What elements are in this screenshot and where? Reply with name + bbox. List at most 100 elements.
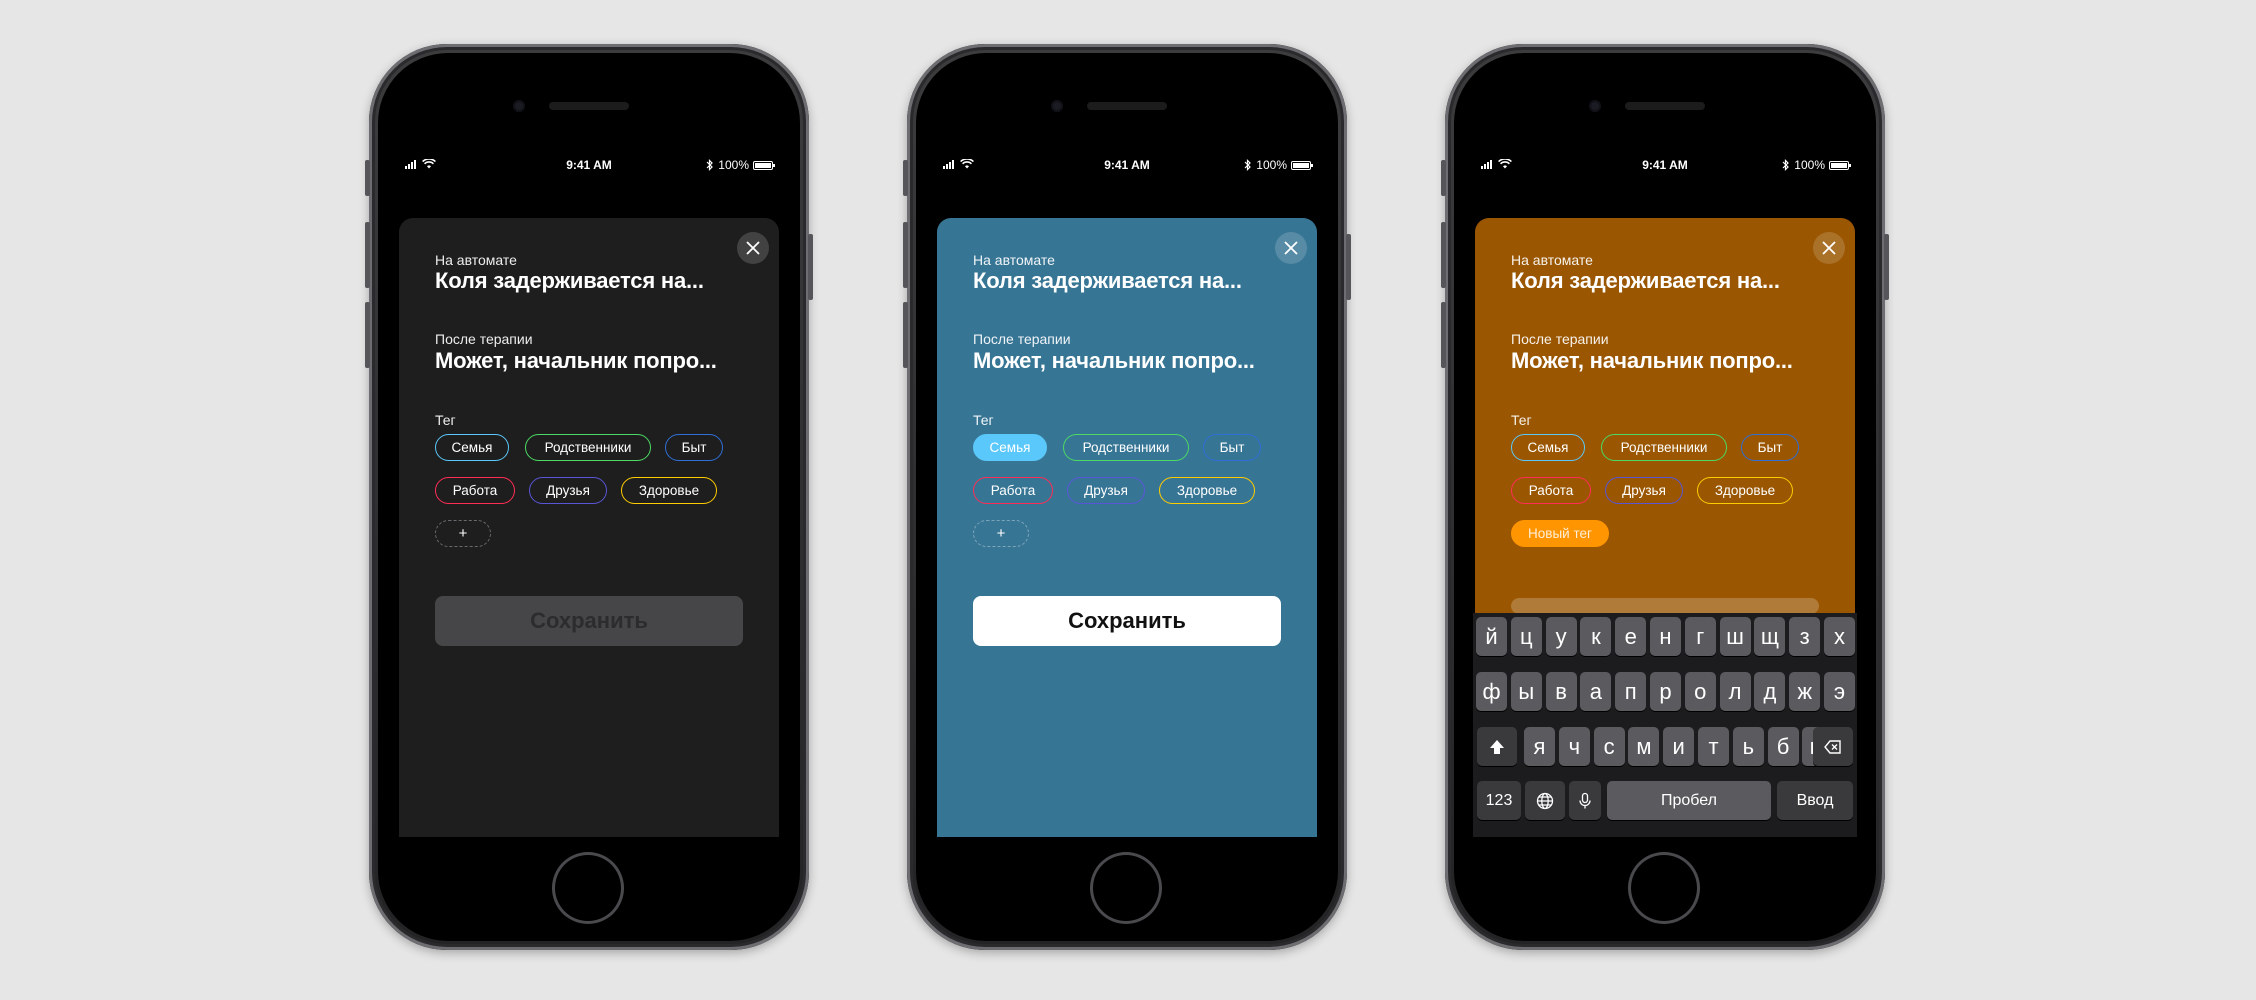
- after-therapy-label: После терапии: [435, 331, 533, 347]
- letter-key[interactable]: й: [1476, 617, 1507, 656]
- tag-chip-work[interactable]: Работа: [1511, 477, 1591, 504]
- status-bar: 9:41 AM 100%: [935, 155, 1319, 173]
- tag-chip-health[interactable]: Здоровье: [1697, 477, 1793, 504]
- space-key[interactable]: Пробел: [1607, 781, 1771, 820]
- letter-key[interactable]: д: [1754, 672, 1786, 711]
- letter-key[interactable]: ц: [1510, 617, 1542, 656]
- shift-icon: [1490, 739, 1504, 754]
- letter-key[interactable]: к: [1580, 617, 1612, 656]
- tag-chip-work[interactable]: Работа: [973, 477, 1053, 504]
- screen: 9:41 AM 100% На автомате Коля задерживае…: [935, 155, 1319, 837]
- letter-key[interactable]: т: [1698, 727, 1729, 766]
- after-therapy-text[interactable]: Может, начальник попро...: [973, 348, 1255, 374]
- add-tag-button[interactable]: +: [973, 520, 1029, 547]
- status-bar: 9:41 AM 100%: [1473, 155, 1857, 173]
- letter-key[interactable]: з: [1789, 617, 1821, 656]
- letter-key[interactable]: н: [1650, 617, 1681, 656]
- close-button[interactable]: [737, 232, 769, 264]
- letter-key[interactable]: ч: [1558, 727, 1590, 766]
- save-button[interactable]: Сохранить: [435, 596, 743, 646]
- auto-thought-text[interactable]: Коля задерживается на...: [973, 268, 1242, 294]
- add-tag-button[interactable]: +: [435, 520, 491, 547]
- tag-chip-household[interactable]: Быт: [1741, 434, 1799, 461]
- power-button: [808, 234, 813, 300]
- letter-key[interactable]: в: [1545, 672, 1577, 711]
- tag-chip-health[interactable]: Здоровье: [621, 477, 717, 504]
- letter-key[interactable]: б: [1767, 727, 1799, 766]
- volume-down-button: [1441, 302, 1446, 368]
- letter-key[interactable]: ш: [1719, 617, 1751, 656]
- shift-key[interactable]: [1477, 727, 1517, 766]
- tag-label: Тег: [1511, 412, 1532, 428]
- letter-key[interactable]: р: [1650, 672, 1681, 711]
- mute-switch: [903, 160, 908, 196]
- tag-chip-work[interactable]: Работа: [435, 477, 515, 504]
- thought-card-sheet: На автомате Коля задерживается на... Пос…: [937, 218, 1317, 837]
- letter-key[interactable]: е: [1615, 617, 1647, 656]
- home-button[interactable]: [1090, 852, 1162, 924]
- phone-mockup-3: 9:41 AM 100% На автомате Коля задерживае…: [1441, 44, 1889, 950]
- battery-icon: [753, 160, 775, 170]
- globe-key[interactable]: [1525, 781, 1565, 820]
- return-key[interactable]: Ввод: [1777, 781, 1853, 820]
- tag-chip-relatives[interactable]: Родственники: [1601, 434, 1727, 461]
- mute-switch: [1441, 160, 1446, 196]
- tag-chip-household[interactable]: Быт: [665, 434, 723, 461]
- letter-key[interactable]: э: [1824, 672, 1855, 711]
- after-therapy-label: После терапии: [1511, 331, 1609, 347]
- tag-chip-health[interactable]: Здоровье: [1159, 477, 1255, 504]
- tag-chip-household[interactable]: Быт: [1203, 434, 1261, 461]
- letter-key[interactable]: ь: [1732, 727, 1764, 766]
- letter-key[interactable]: х: [1824, 617, 1855, 656]
- tag-chip-relatives[interactable]: Родственники: [525, 434, 651, 461]
- letter-key[interactable]: п: [1615, 672, 1647, 711]
- save-button-partial[interactable]: [1511, 598, 1819, 614]
- letter-key[interactable]: г: [1684, 617, 1716, 656]
- front-camera: [1051, 100, 1063, 112]
- new-tag-input[interactable]: Новый тег: [1511, 520, 1609, 547]
- after-therapy-text[interactable]: Может, начальник попро...: [435, 348, 717, 374]
- tag-chip-friends[interactable]: Друзья: [529, 477, 607, 504]
- close-button[interactable]: [1813, 232, 1845, 264]
- screen: 9:41 AM 100% На автомате Коля задерживае…: [1473, 155, 1857, 837]
- tag-chip-relatives[interactable]: Родственники: [1063, 434, 1189, 461]
- tag-chip-family[interactable]: Семья: [435, 434, 509, 461]
- tag-chip-family[interactable]: Семья: [1511, 434, 1585, 461]
- letter-key[interactable]: с: [1593, 727, 1625, 766]
- volume-up-button: [903, 222, 908, 288]
- numbers-key[interactable]: 123: [1477, 781, 1521, 820]
- letter-key[interactable]: о: [1684, 672, 1716, 711]
- tag-label: Тег: [973, 412, 994, 428]
- letter-key[interactable]: а: [1580, 672, 1612, 711]
- tag-label: Тег: [435, 412, 456, 428]
- auto-thought-label: На автомате: [435, 252, 517, 268]
- save-button[interactable]: Сохранить: [973, 596, 1281, 646]
- close-icon: [746, 241, 760, 255]
- tag-chip-friends[interactable]: Друзья: [1067, 477, 1145, 504]
- home-button[interactable]: [552, 852, 624, 924]
- close-button[interactable]: [1275, 232, 1307, 264]
- battery-percent: 100%: [1794, 158, 1825, 172]
- letter-key[interactable]: и: [1663, 727, 1695, 766]
- letter-key[interactable]: ф: [1476, 672, 1507, 711]
- auto-thought-text[interactable]: Коля задерживается на...: [435, 268, 704, 294]
- auto-thought-text[interactable]: Коля задерживается на...: [1511, 268, 1780, 294]
- tag-chip-friends[interactable]: Друзья: [1605, 477, 1683, 504]
- mute-switch: [365, 160, 370, 196]
- letter-key[interactable]: щ: [1754, 617, 1786, 656]
- letter-key[interactable]: ы: [1510, 672, 1542, 711]
- letter-key[interactable]: у: [1545, 617, 1577, 656]
- letter-key[interactable]: л: [1719, 672, 1751, 711]
- bluetooth-icon: [706, 159, 714, 171]
- microphone-key[interactable]: [1569, 781, 1601, 820]
- home-button[interactable]: [1628, 852, 1700, 924]
- letter-key[interactable]: ж: [1789, 672, 1821, 711]
- auto-thought-label: На автомате: [973, 252, 1055, 268]
- delete-key[interactable]: [1813, 727, 1853, 766]
- letter-key[interactable]: м: [1628, 727, 1660, 766]
- status-bar: 9:41 AM 100%: [397, 155, 781, 173]
- after-therapy-text[interactable]: Может, начальник попро...: [1511, 348, 1793, 374]
- power-button: [1884, 234, 1889, 300]
- tag-chip-family-selected[interactable]: Семья: [973, 434, 1047, 461]
- letter-key[interactable]: я: [1524, 727, 1555, 766]
